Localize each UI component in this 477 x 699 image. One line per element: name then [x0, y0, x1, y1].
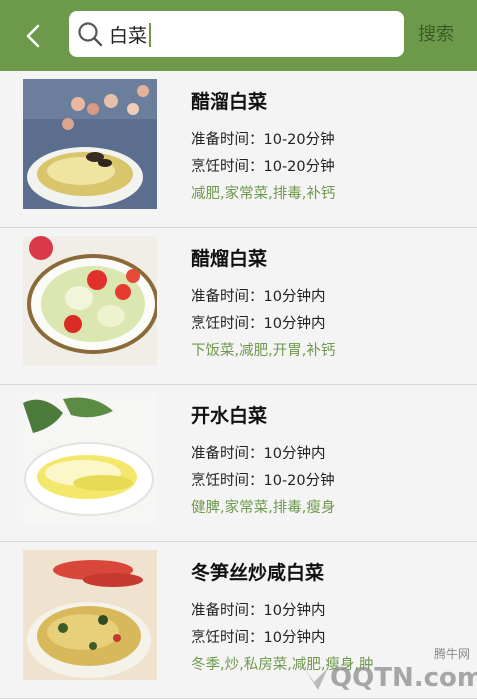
prep-time-value: 10分钟内: [263, 603, 326, 619]
recipe-thumbnail: [23, 236, 157, 366]
prep-time-value: 10分钟内: [263, 446, 326, 462]
text-caret: [149, 23, 151, 47]
search-icon: [78, 22, 103, 47]
prep-time-value: 10-20分钟: [263, 132, 335, 148]
recipe-thumbnail: [23, 550, 157, 680]
recipe-thumbnail: [23, 79, 157, 209]
prep-time-row: 准备时间：10-20分钟: [191, 128, 335, 149]
prep-time-label: 准备时间：: [191, 603, 264, 619]
recipe-title: 醋溜白菜: [191, 91, 268, 113]
watermark: 腾牛网 QQTN.com: [300, 638, 477, 693]
recipe-list-item[interactable]: 开水白菜 准备时间：10分钟内 烹饪时间：10-20分钟 健脾,家常菜,排毒,瘦…: [0, 385, 477, 542]
search-input[interactable]: [109, 17, 389, 51]
cook-time-value: 10-20分钟: [263, 473, 335, 489]
top-bar: 搜索: [0, 0, 477, 71]
recipe-title: 开水白菜: [191, 405, 268, 427]
cook-time-row: 烹饪时间：10分钟内: [191, 312, 325, 333]
recipe-tags: 减肥,家常菜,排毒,补钙: [191, 186, 336, 202]
cook-time-label: 烹饪时间：: [191, 159, 264, 175]
chevron-left-icon: [26, 24, 40, 48]
cook-time-label: 烹饪时间：: [191, 630, 264, 646]
recipe-thumbnail: [23, 393, 157, 523]
prep-time-label: 准备时间：: [191, 289, 264, 305]
recipe-tags: 健脾,家常菜,排毒,瘦身: [191, 500, 336, 516]
cook-time-row: 烹饪时间：10-20分钟: [191, 155, 335, 176]
search-button[interactable]: 搜索: [418, 22, 468, 48]
cook-time-value: 10分钟内: [263, 316, 326, 332]
recipe-title: 醋熘白菜: [191, 248, 268, 270]
recipe-list-item[interactable]: 醋熘白菜 准备时间：10分钟内 烹饪时间：10分钟内 下饭菜,减肥,开胃,补钙: [0, 228, 477, 385]
back-button[interactable]: [18, 20, 50, 52]
watermark-logo: QQTN.com: [330, 663, 477, 693]
cook-time-value: 10-20分钟: [263, 159, 335, 175]
recipe-tags: 下饭菜,减肥,开胃,补钙: [191, 343, 336, 359]
prep-time-value: 10分钟内: [263, 289, 326, 305]
prep-time-label: 准备时间：: [191, 446, 264, 462]
cook-time-row: 烹饪时间：10-20分钟: [191, 469, 335, 490]
search-bar[interactable]: [69, 11, 404, 57]
recipe-list-item[interactable]: 醋溜白菜 准备时间：10-20分钟 烹饪时间：10-20分钟 减肥,家常菜,排毒…: [0, 71, 477, 228]
prep-time-label: 准备时间：: [191, 132, 264, 148]
cook-time-label: 烹饪时间：: [191, 316, 264, 332]
prep-time-row: 准备时间：10分钟内: [191, 285, 325, 306]
recipe-title: 冬笋丝炒咸白菜: [191, 562, 325, 584]
watermark-site: 腾牛网: [434, 646, 470, 661]
prep-time-row: 准备时间：10分钟内: [191, 442, 325, 463]
cook-time-label: 烹饪时间：: [191, 473, 264, 489]
prep-time-row: 准备时间：10分钟内: [191, 599, 325, 620]
